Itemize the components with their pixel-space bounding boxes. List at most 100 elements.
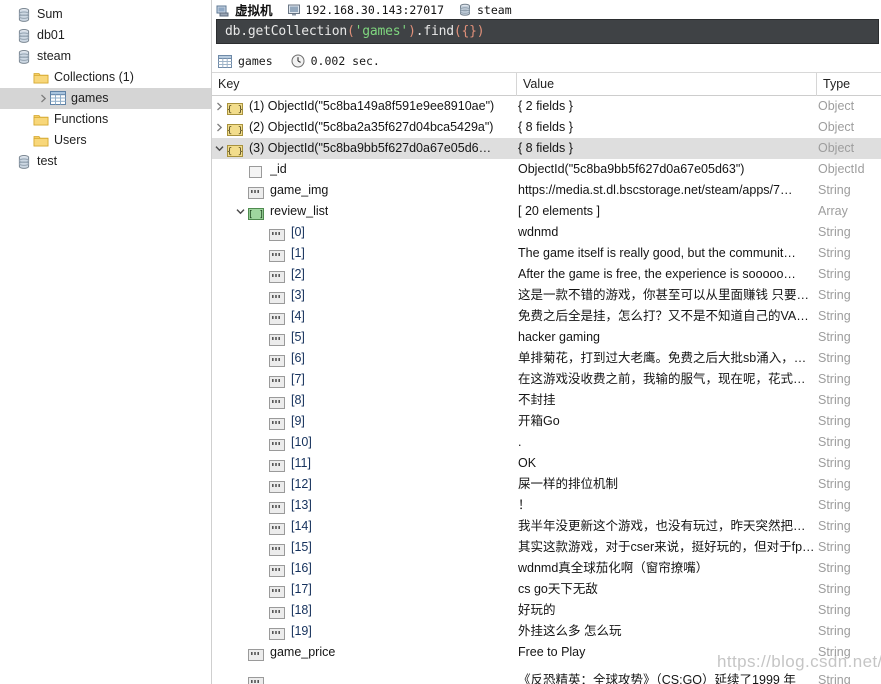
result-collection-name: games bbox=[238, 54, 273, 68]
table-row[interactable]: [14] 我半年没更新这个游戏，也没有玩过，昨天突然把我… String bbox=[212, 516, 881, 537]
cell-value: { 2 fields } bbox=[518, 99, 573, 113]
column-header-type[interactable]: Type bbox=[816, 72, 881, 96]
string-icon bbox=[269, 416, 285, 430]
string-icon bbox=[269, 500, 285, 514]
sidebar-item-steam[interactable]: steam bbox=[0, 46, 211, 67]
table-row[interactable]: _id ObjectId("5c8ba9bb5f627d0a67e05d63") O… bbox=[212, 159, 881, 180]
cell-value: 开箱Go bbox=[518, 414, 560, 428]
table-row[interactable]: { } (3) ObjectId("5c8ba9bb5f627d0a67e05d6… bbox=[212, 138, 881, 159]
column-header-key[interactable]: Key bbox=[212, 73, 516, 96]
result-collection-tab[interactable]: games bbox=[218, 54, 273, 68]
cell-value: 单排菊花，打到过大老鹰。免费之后大批sb涌入，你… bbox=[518, 351, 816, 365]
cell-value: After the game is free, the experience i… bbox=[518, 267, 796, 281]
column-header-value[interactable]: Value bbox=[516, 72, 816, 96]
table-row[interactable]: [13] ！ String bbox=[212, 495, 881, 516]
cell-key: game_img bbox=[212, 180, 516, 201]
table-row[interactable]: [11] OK String bbox=[212, 453, 881, 474]
key-label: [5] bbox=[291, 330, 305, 344]
table-row[interactable]: [17] cs go天下无敌 String bbox=[212, 579, 881, 600]
cell-type: String bbox=[818, 435, 851, 449]
sidebar-item-db01[interactable]: db01 bbox=[0, 25, 211, 46]
cell-value: Free to Play bbox=[518, 645, 586, 659]
cell-value: 不封挂 bbox=[518, 393, 556, 407]
table-row[interactable]: [0] wdnmd String bbox=[212, 222, 881, 243]
sidebar-item-functions[interactable]: Functions bbox=[0, 109, 211, 130]
key-label: game_img bbox=[270, 183, 329, 197]
table-row[interactable]: [9] 开箱Go String bbox=[212, 411, 881, 432]
table-row[interactable]: [4] 免费之后全是挂，怎么打？又不是不知道自己的VAC… String bbox=[212, 306, 881, 327]
table-row[interactable]: { } (1) ObjectId("5c8ba149a8f591e9ee8910a… bbox=[212, 96, 881, 117]
table-row[interactable]: [7] 在这游戏没收费之前，我输的服气，现在呢，花式爆… String bbox=[212, 369, 881, 390]
cell-type: String bbox=[818, 393, 851, 407]
result-status-strip: games 0.002 sec. bbox=[212, 50, 881, 73]
table-row[interactable]: { } (2) ObjectId("5c8ba2a35f627d04bca5429… bbox=[212, 117, 881, 138]
table-row[interactable]: [ ] review_list [ 20 elements ] Array bbox=[212, 201, 881, 222]
cell-key: [1] bbox=[212, 243, 516, 264]
cell-type: String bbox=[818, 267, 851, 281]
cell-value: [ 20 elements ] bbox=[518, 204, 600, 218]
table-row[interactable]: [15] 其实这款游戏，对于cser来说，挺好玩的，但对于fps… String bbox=[212, 537, 881, 558]
table-row[interactable]: [8] 不封挂 String bbox=[212, 390, 881, 411]
breadcrumb-vm[interactable]: 虚拟机 bbox=[216, 0, 273, 19]
table-row[interactable]: [2] After the game is free, the experienc… bbox=[212, 264, 881, 285]
breadcrumb-host[interactable]: 192.168.30.143:27017 bbox=[287, 3, 444, 17]
expand-chevron-right-icon[interactable] bbox=[212, 117, 227, 138]
string-icon bbox=[248, 647, 264, 661]
table-row[interactable]: [12] 屎一样的排位机制 String bbox=[212, 474, 881, 495]
collapse-chevron-down-icon[interactable] bbox=[233, 201, 248, 222]
table-row[interactable]: [18] 好玩的 String bbox=[212, 600, 881, 621]
string-icon bbox=[269, 563, 285, 577]
query-editor-input[interactable]: db.getCollection('games') .find({}) bbox=[216, 19, 879, 44]
table-row[interactable]: 《反恐精英：全球攻势》（CS:GO）延续了1999 年 String bbox=[212, 670, 881, 684]
cell-type: String bbox=[818, 540, 851, 554]
expand-chevron-right-icon[interactable] bbox=[36, 88, 50, 109]
table-row[interactable]: [1] The game itself is really good, but t… bbox=[212, 243, 881, 264]
table-row[interactable]: [16] wdnmd真全球茄化啊（窗帘撩嘴） String bbox=[212, 558, 881, 579]
table-row[interactable]: [6] 单排菊花，打到过大老鹰。免费之后大批sb涌入，你… String bbox=[212, 348, 881, 369]
table-row[interactable]: game_price Free to Play String bbox=[212, 642, 881, 663]
cell-value: 在这游戏没收费之前，我输的服气，现在呢，花式爆… bbox=[518, 372, 816, 386]
table-row[interactable]: game_img https://media.st.dl.bscstorage.n… bbox=[212, 180, 881, 201]
breadcrumb-database[interactable]: steam bbox=[458, 3, 512, 17]
sidebar-item-collections-1[interactable]: Collections (1) bbox=[0, 67, 211, 88]
cell-type: String bbox=[818, 519, 851, 533]
string-icon bbox=[269, 248, 285, 262]
table-row[interactable]: [19] 外挂这么多 怎么玩 String bbox=[212, 621, 881, 642]
cell-type: String bbox=[818, 498, 851, 512]
database-tree-sidebar[interactable]: Sum db01 steam Collections (1) games Fun… bbox=[0, 0, 212, 684]
cell-value: OK bbox=[518, 456, 537, 470]
cell-key: [0] bbox=[212, 222, 516, 243]
cell-value: cs go天下无敌 bbox=[518, 582, 598, 596]
sidebar-item-test[interactable]: test bbox=[0, 151, 211, 172]
table-row[interactable]: [10]. String bbox=[212, 432, 881, 453]
result-table-body[interactable]: { } (1) ObjectId("5c8ba149a8f591e9ee8910a… bbox=[212, 96, 881, 672]
sidebar-item-label: Collections (1) bbox=[54, 70, 134, 84]
table-row[interactable]: [3] 这是一款不错的游戏，你甚至可以从里面赚钱 只要你… String bbox=[212, 285, 881, 306]
query-token-method-open: ( bbox=[453, 24, 462, 39]
cell-key: game_price bbox=[212, 642, 516, 663]
cell-value: 好玩的 bbox=[518, 603, 556, 617]
sidebar-item-users[interactable]: Users bbox=[0, 130, 211, 151]
cell-key: [17] bbox=[212, 579, 516, 600]
expand-chevron-right-icon[interactable] bbox=[212, 96, 227, 117]
string-icon bbox=[269, 542, 285, 556]
collapse-chevron-down-icon[interactable] bbox=[212, 138, 227, 159]
table-row[interactable]: [5] hacker gaming String bbox=[212, 327, 881, 348]
cell-type: Array bbox=[818, 204, 848, 218]
key-label: [18] bbox=[291, 603, 312, 617]
cell-type: String bbox=[818, 288, 851, 302]
sidebar-item-games[interactable]: games bbox=[0, 88, 211, 109]
sidebar-item-sum[interactable]: Sum bbox=[0, 4, 211, 25]
vm-label: 虚拟机 bbox=[235, 3, 273, 18]
object-icon: { } bbox=[227, 122, 243, 136]
cell-key: { } (1) ObjectId("5c8ba149a8f591e9ee8910a… bbox=[212, 96, 516, 117]
